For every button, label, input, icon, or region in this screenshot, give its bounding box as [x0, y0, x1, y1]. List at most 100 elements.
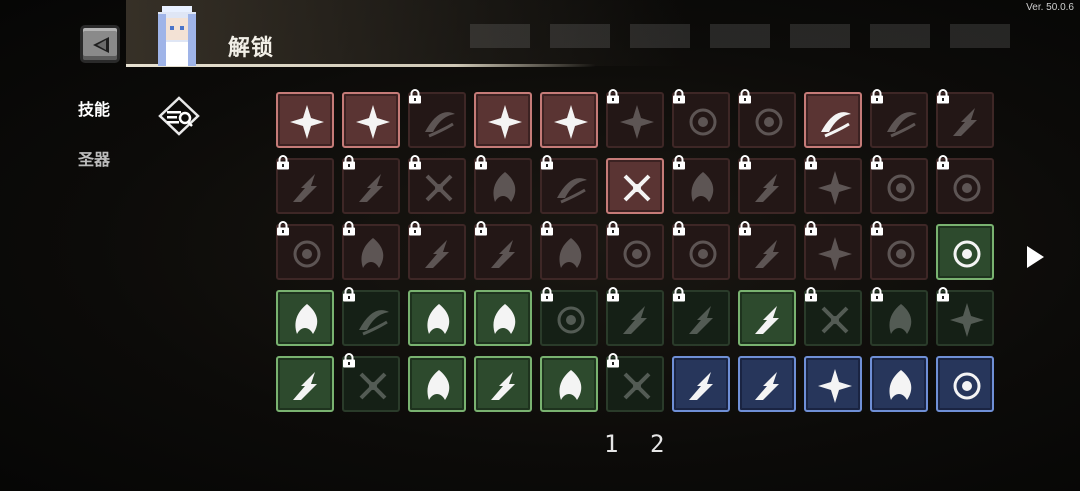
lightning-icon	[359, 310, 389, 336]
skill-slot[interactable]	[342, 221, 400, 280]
skill-slot[interactable]	[474, 356, 532, 412]
fangs-icon	[755, 240, 779, 268]
page-2[interactable]: 2	[650, 430, 664, 458]
skill-slot[interactable]	[738, 89, 796, 148]
skill-slot[interactable]	[342, 353, 400, 412]
skill-slot[interactable]	[870, 287, 928, 346]
spear-icon	[425, 240, 449, 268]
skill-slot[interactable]	[672, 356, 730, 412]
skill-slot[interactable]	[804, 287, 862, 346]
lock-icon	[409, 221, 421, 236]
lock-icon	[673, 287, 685, 302]
toxic-icon	[623, 306, 647, 334]
skill-slot[interactable]	[474, 155, 532, 214]
spiral-flower-icon	[493, 304, 516, 334]
skill-slot[interactable]	[540, 155, 598, 214]
page-1[interactable]: 1	[604, 430, 618, 458]
feather-icon	[953, 174, 981, 202]
skill-slot[interactable]	[408, 290, 466, 346]
skill-slot[interactable]	[870, 356, 928, 412]
skill-slot[interactable]	[276, 92, 334, 148]
skill-slot[interactable]	[936, 224, 994, 280]
header-bar: 解锁	[0, 0, 1080, 70]
skill-slot[interactable]	[738, 155, 796, 214]
back-button[interactable]	[80, 25, 120, 63]
lock-icon	[541, 287, 553, 302]
skill-slot[interactable]	[474, 221, 532, 280]
skill-slot[interactable]	[804, 221, 862, 280]
skill-slot[interactable]	[342, 155, 400, 214]
skill-slot[interactable]	[540, 92, 598, 148]
skill-slot[interactable]	[606, 353, 664, 412]
lock-icon	[673, 155, 685, 170]
skill-slot[interactable]	[342, 92, 400, 148]
lock-icon	[343, 155, 355, 170]
lock-icon	[541, 155, 553, 170]
lock-icon	[343, 287, 355, 302]
ball-icon	[689, 372, 713, 400]
lock-icon	[937, 155, 949, 170]
storm-icon	[293, 240, 321, 268]
skill-slot[interactable]	[672, 287, 730, 346]
lock-icon	[937, 287, 949, 302]
skill-slot[interactable]	[738, 221, 796, 280]
spikes-icon	[689, 240, 717, 268]
page-title: 解锁	[228, 36, 275, 61]
skill-slot[interactable]	[936, 155, 994, 214]
skill-slot[interactable]	[936, 287, 994, 346]
skill-slot[interactable]	[540, 356, 598, 412]
flame-icon	[755, 306, 779, 334]
skill-slot[interactable]	[936, 356, 994, 412]
skill-slot[interactable]	[408, 155, 466, 214]
skill-slot[interactable]	[408, 221, 466, 280]
skill-slot[interactable]	[606, 221, 664, 280]
skill-slot[interactable]	[276, 155, 334, 214]
lock-icon	[607, 287, 619, 302]
character-portrait	[158, 6, 196, 66]
skill-slot[interactable]	[342, 287, 400, 346]
skill-slot[interactable]	[738, 290, 796, 346]
climb-up-icon	[953, 372, 981, 400]
skill-slot[interactable]	[738, 356, 796, 412]
skill-slot[interactable]	[672, 89, 730, 148]
climb-icon	[889, 370, 912, 400]
lock-icon	[739, 221, 751, 236]
skill-slot[interactable]	[606, 287, 664, 346]
skill-slot[interactable]	[474, 92, 532, 148]
skill-slot[interactable]	[408, 89, 466, 148]
skill-slot[interactable]	[672, 221, 730, 280]
lock-icon	[871, 89, 883, 104]
skill-slot[interactable]	[870, 89, 928, 148]
filter-search-button[interactable]	[158, 96, 200, 136]
lock-icon	[871, 221, 883, 236]
skill-slot[interactable]	[870, 221, 928, 280]
lock-icon	[937, 89, 949, 104]
skill-slot[interactable]	[606, 89, 664, 148]
skill-slot[interactable]	[474, 290, 532, 346]
skill-slot[interactable]	[936, 89, 994, 148]
skill-slot[interactable]	[276, 290, 334, 346]
crescent-icon	[953, 108, 977, 136]
tab-relics[interactable]: 圣器	[78, 146, 110, 170]
ghost-icon	[755, 372, 779, 400]
skill-slot[interactable]	[804, 356, 862, 412]
next-page-icon[interactable]	[1024, 244, 1046, 270]
skill-slot[interactable]	[870, 155, 928, 214]
skill-slot[interactable]	[276, 221, 334, 280]
lock-icon	[277, 221, 289, 236]
skill-slot[interactable]	[276, 356, 334, 412]
dragon-icon	[755, 174, 779, 202]
skill-slot[interactable]	[672, 155, 730, 214]
fireball-icon	[623, 240, 651, 268]
skill-slot[interactable]	[540, 287, 598, 346]
triple-arrow-icon	[821, 112, 851, 138]
tab-skills[interactable]: 技能	[78, 96, 110, 120]
leaf-icon	[359, 372, 387, 400]
web-icon	[950, 303, 984, 337]
skill-slot[interactable]	[804, 92, 862, 148]
skill-slot[interactable]	[606, 158, 664, 214]
skill-slot[interactable]	[804, 155, 862, 214]
skill-slot[interactable]	[408, 356, 466, 412]
skill-slot[interactable]	[540, 221, 598, 280]
skull-icon	[557, 306, 585, 334]
